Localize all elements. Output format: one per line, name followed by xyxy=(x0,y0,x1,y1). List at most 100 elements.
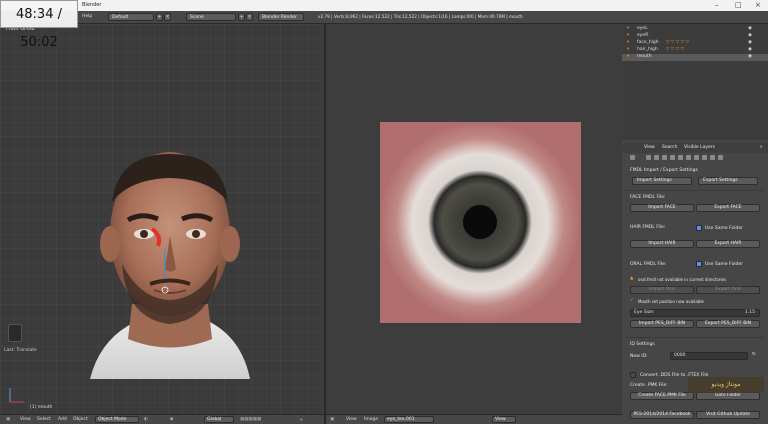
menu-object[interactable]: Object xyxy=(73,417,88,422)
layout-dropdown[interactable]: Default xyxy=(108,13,154,21)
outliner[interactable]: ▾ eyeL ◉ ▾ eyeR ◉ ▾ face_high ▽ ▽ ▽ ▽ ▽ … xyxy=(622,24,768,140)
visibility-icon[interactable]: ◉ xyxy=(748,26,752,31)
constraint-tab-icon[interactable] xyxy=(670,155,675,160)
facebook-button[interactable]: PES-2014/2014 Facebook xyxy=(630,411,694,419)
outliner-label: mouth xyxy=(637,54,652,59)
close-icon[interactable]: × xyxy=(755,1,761,9)
export-oral-button[interactable]: Export Oral xyxy=(696,286,760,294)
new-id-input[interactable]: 0000 xyxy=(670,352,748,360)
export-hair-label: Export HAIR xyxy=(714,241,742,246)
import-oral-button[interactable]: Import Oral xyxy=(630,286,694,294)
outliner-label: hair_high xyxy=(637,47,658,52)
uv-image-editor[interactable] xyxy=(326,24,622,414)
visibility-icon[interactable]: ◉ xyxy=(748,47,752,52)
object-tab-icon[interactable] xyxy=(662,155,667,160)
head-model[interactable] xyxy=(70,124,270,394)
visibility-icon[interactable]: ◉ xyxy=(748,54,752,59)
outliner-item-mouth[interactable]: ▾ mouth ◉ xyxy=(622,54,768,61)
scene-tab-icon[interactable] xyxy=(646,155,651,160)
id-settings-section[interactable]: ID Settings xyxy=(630,342,655,347)
scene-add-button[interactable]: + xyxy=(238,13,245,21)
orientation-dropdown[interactable]: Global xyxy=(204,416,234,423)
editor-type-icon[interactable]: ▣ xyxy=(6,417,10,422)
goto-folder-button[interactable]: Goto Folder xyxy=(696,392,760,400)
outliner-item-hair[interactable]: ▾ hair_high ▽ ▽ ▽ ▽ ◉ xyxy=(622,47,768,54)
visibility-icon[interactable]: ◉ xyxy=(748,33,752,38)
import-hair-button[interactable]: Import HAIR xyxy=(630,240,694,248)
github-button[interactable]: Visit Github Update xyxy=(696,411,760,419)
object-icon: ▾ xyxy=(627,47,630,52)
convert-dds-checkbox[interactable] xyxy=(630,372,636,378)
material-tab-icon[interactable] xyxy=(694,155,699,160)
import-settings-dropdown[interactable]: Import Settings xyxy=(632,177,692,185)
eye-size-label: Eye Size: xyxy=(634,310,655,315)
pin-icon[interactable]: ⌕ xyxy=(760,144,763,150)
goto-folder-text: Goto Folder xyxy=(714,393,742,398)
grid-line xyxy=(322,24,323,414)
eye-size-field[interactable]: Eye Size: 1.15 xyxy=(630,309,760,317)
refresh-icon[interactable]: ↻ xyxy=(752,352,756,357)
create-face-pmk-button[interactable]: Create FACE.PMK File xyxy=(630,392,694,400)
window-title-bar: Blender – □ × xyxy=(0,0,768,11)
face-fmdl-label: FACE FMDL File: xyxy=(630,195,666,200)
maximize-icon[interactable]: □ xyxy=(735,1,742,9)
watermark-logo: مونتاژ ویدیو xyxy=(688,377,764,393)
layer-buttons[interactable]: ▦▦▦▦▦ xyxy=(240,417,261,422)
use-same-folder-checkbox[interactable] xyxy=(696,225,702,231)
layout-remove-button[interactable]: × xyxy=(164,13,171,21)
tab-visible-layers[interactable]: Visible Layers xyxy=(684,145,715,150)
3d-viewport[interactable]: Front Ortho xyxy=(0,24,324,414)
uv-menu-view[interactable]: View xyxy=(346,417,357,422)
outliner-item-eyeR[interactable]: ▾ eyeR ◉ xyxy=(622,33,768,40)
grid-line xyxy=(0,66,324,67)
pivot-icon[interactable]: ◆ xyxy=(170,417,173,422)
physics-tab-icon[interactable] xyxy=(718,155,723,160)
scene-remove-button[interactable]: × xyxy=(246,13,253,21)
render-engine-dropdown[interactable]: Blender Render xyxy=(258,13,304,21)
grid-line xyxy=(56,24,57,414)
import-face-button[interactable]: Import FACE xyxy=(630,204,694,212)
scene-value: Scene xyxy=(190,15,204,20)
image-name-field[interactable]: eye_tex.001 xyxy=(384,416,434,423)
tab-view[interactable]: View xyxy=(644,145,655,150)
layout-add-button[interactable]: + xyxy=(156,13,163,21)
tab-search[interactable]: Search xyxy=(662,145,677,150)
axis-gizmo xyxy=(9,388,24,403)
visibility-icon[interactable]: ◉ xyxy=(748,40,752,45)
menu-select[interactable]: Select xyxy=(37,417,51,422)
grid-line xyxy=(0,122,324,123)
mode-dropdown[interactable]: Object Mode xyxy=(95,416,139,423)
snap-icon[interactable]: ⌖ xyxy=(300,417,303,423)
3d-view-header: ▣ View Select Add Object Object Mode ◐ ◆… xyxy=(0,414,324,424)
texture-tab-icon[interactable] xyxy=(702,155,707,160)
menu-add[interactable]: Add xyxy=(58,417,67,422)
uv-menu-image[interactable]: Image xyxy=(364,417,378,422)
world-tab-icon[interactable] xyxy=(654,155,659,160)
export-face-button[interactable]: Export FACE xyxy=(696,204,760,212)
right-ear xyxy=(220,226,240,262)
shading-icon[interactable]: ◐ xyxy=(144,417,148,422)
export-pes-button[interactable]: Export PES_DIFF BIN xyxy=(696,320,760,328)
help-menu[interactable]: Help xyxy=(82,14,92,19)
outliner-item-face[interactable]: ▾ face_high ▽ ▽ ▽ ▽ ▽ ◉ xyxy=(622,40,768,47)
data-tab-icon[interactable] xyxy=(686,155,691,160)
hair-fmdl-label: HAIR FMDL File: xyxy=(630,225,666,230)
export-hair-button[interactable]: Export HAIR xyxy=(696,240,760,248)
use-same-folder-checkbox-2[interactable] xyxy=(696,261,702,267)
export-settings-dropdown[interactable]: Export Settings xyxy=(698,177,758,185)
uv-view-dropdown[interactable]: View xyxy=(492,416,516,423)
modifier-tab-icon[interactable] xyxy=(678,155,683,160)
scene-dropdown[interactable]: Scene xyxy=(186,13,236,21)
video-timer: 48:34 / 50:02 xyxy=(0,0,78,50)
editor-type-icon-2[interactable]: ▣ xyxy=(330,417,334,422)
particle-tab-icon[interactable] xyxy=(710,155,715,160)
minimize-icon[interactable]: – xyxy=(715,1,719,9)
import-pes-button[interactable]: Import PES_DIFF BIN xyxy=(630,320,694,328)
section-fmdl-settings[interactable]: FMDL Import / Export Settings xyxy=(630,168,698,173)
tool-icon[interactable] xyxy=(8,324,22,342)
menu-view[interactable]: View xyxy=(20,417,31,422)
export-oral-label: Export Oral xyxy=(715,287,741,292)
import-face-label: Import FACE xyxy=(648,205,676,210)
outliner-item-eyeL[interactable]: ▾ eyeL ◉ xyxy=(622,26,768,33)
render-tab-icon[interactable] xyxy=(630,155,635,160)
